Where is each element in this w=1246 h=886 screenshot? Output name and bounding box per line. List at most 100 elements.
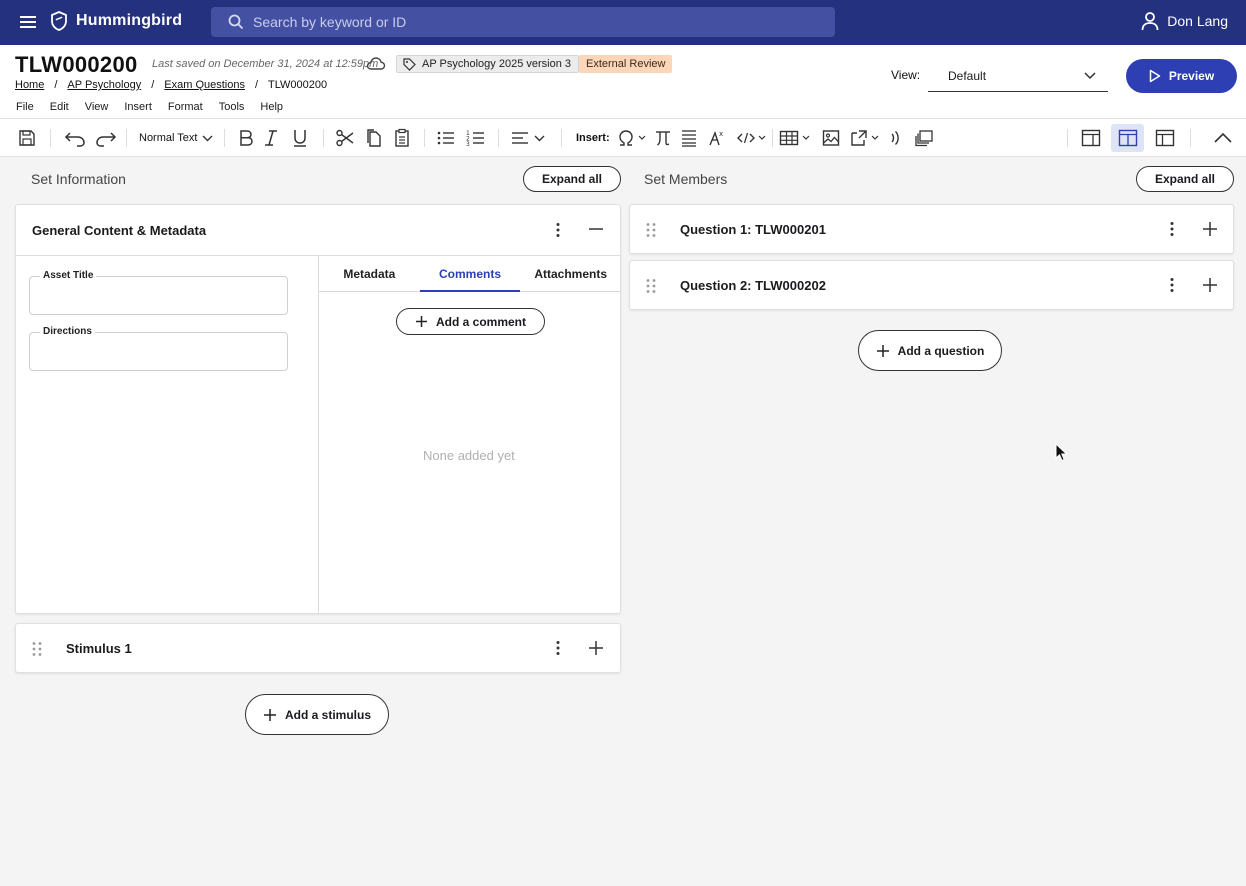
chevron-down-icon (202, 135, 213, 142)
asset-title-input[interactable] (42, 289, 272, 303)
toolbar-divider (772, 129, 773, 147)
directions-field[interactable]: Directions (29, 326, 288, 371)
add-question-button[interactable]: Add a question (858, 330, 1002, 371)
gallery-icon[interactable] (914, 128, 934, 148)
global-search[interactable] (211, 7, 835, 37)
expand-plus-icon[interactable] (1201, 220, 1219, 238)
plus-icon (415, 315, 428, 328)
media-dropdown[interactable] (850, 128, 879, 148)
last-saved-text: Last saved on December 31, 2024 at 12:59… (152, 58, 379, 70)
toolbar-divider (1190, 129, 1191, 147)
add-comment-label: Add a comment (435, 314, 526, 329)
menu-file[interactable]: File (16, 101, 34, 113)
stimulus-card[interactable]: Stimulus 1 (15, 623, 621, 673)
layout-left-icon[interactable] (1081, 128, 1101, 148)
breadcrumb-home[interactable]: Home (15, 79, 44, 91)
drag-handle-icon[interactable] (31, 641, 43, 657)
tab-metadata[interactable]: Metadata (319, 256, 420, 291)
expand-all-label: Expand all (1154, 172, 1216, 186)
numbered-list-icon[interactable]: 123 (466, 128, 486, 148)
more-options-icon[interactable] (550, 222, 566, 238)
more-options-icon[interactable] (1164, 277, 1180, 293)
more-options-icon[interactable] (1164, 221, 1180, 237)
breadcrumb-separator: / (54, 79, 58, 91)
add-stimulus-button[interactable]: Add a stimulus (245, 694, 389, 735)
table-dropdown[interactable] (779, 128, 810, 148)
menu-insert[interactable]: Insert (124, 101, 152, 113)
math-icon[interactable]: x (708, 128, 726, 148)
card-title: General Content & Metadata (32, 223, 207, 238)
set-members-title: Set Members (644, 171, 728, 187)
undo-icon[interactable] (64, 128, 86, 148)
align-dropdown[interactable] (511, 128, 545, 148)
question-card[interactable]: Question 2: TLW000202 (629, 260, 1234, 310)
menu-view[interactable]: View (85, 101, 109, 113)
breadcrumb-exam-questions[interactable]: Exam Questions (164, 79, 245, 91)
paste-icon[interactable] (394, 128, 410, 148)
layout-split-icon[interactable] (1118, 128, 1138, 148)
expand-all-right-button[interactable]: Expand all (1136, 166, 1234, 192)
breadcrumb: Home / AP Psychology / Exam Questions / … (15, 79, 327, 91)
drag-handle-icon[interactable] (645, 222, 657, 238)
question-card[interactable]: Question 1: TLW000201 (629, 204, 1234, 254)
layout-right-icon[interactable] (1155, 128, 1175, 148)
media-icon (850, 128, 868, 148)
expand-all-left-button[interactable]: Expand all (523, 166, 621, 192)
special-character-dropdown[interactable] (617, 128, 646, 148)
expand-plus-icon[interactable] (587, 639, 605, 657)
chevron-down-icon (758, 135, 766, 141)
toolbar-divider (323, 129, 324, 147)
more-options-icon[interactable] (550, 640, 566, 656)
brand[interactable]: Hummingbird (50, 11, 182, 31)
tag-label: AP Psychology 2025 version 3 (422, 58, 571, 70)
preview-button[interactable]: Preview (1126, 59, 1237, 93)
asset-title-field[interactable]: Asset Title (29, 270, 288, 315)
code-dropdown[interactable] (737, 128, 766, 148)
asset-title-label: Asset Title (40, 270, 97, 281)
tab-attachments[interactable]: Attachments (520, 256, 621, 291)
lines-icon[interactable] (681, 128, 697, 148)
collapse-icon[interactable] (1213, 128, 1233, 148)
add-question-label: Add a question (897, 343, 985, 358)
tag-chip[interactable]: AP Psychology 2025 version 3 (396, 55, 579, 73)
set-information-title: Set Information (31, 171, 126, 187)
copy-icon[interactable] (366, 128, 382, 148)
directions-input[interactable] (42, 345, 272, 359)
tab-bar: Metadata Comments Attachments (319, 256, 621, 292)
italic-icon[interactable] (264, 128, 278, 148)
audio-icon[interactable] (889, 128, 901, 148)
breadcrumb-separator: / (254, 79, 259, 91)
toolbar-divider (224, 129, 225, 147)
bold-icon[interactable] (238, 128, 254, 148)
preview-label: Preview (1168, 69, 1215, 83)
column-divider (318, 256, 319, 613)
menu-edit[interactable]: Edit (50, 101, 69, 113)
cut-icon[interactable] (335, 128, 355, 148)
search-input[interactable] (253, 14, 813, 30)
toolbar-divider (561, 129, 562, 147)
collapse-minus-icon[interactable] (587, 220, 605, 238)
toolbar-divider (126, 129, 127, 147)
text-style-dropdown[interactable]: Normal Text (139, 128, 213, 148)
pi-icon[interactable] (654, 128, 672, 148)
menu-format[interactable]: Format (168, 101, 203, 113)
tab-comments[interactable]: Comments (419, 256, 521, 292)
user-name: Don Lang (1167, 13, 1228, 29)
image-icon[interactable] (822, 128, 840, 148)
drag-handle-icon[interactable] (645, 278, 657, 294)
add-comment-button[interactable]: Add a comment (396, 308, 545, 335)
hamburger-menu-icon[interactable] (18, 12, 38, 32)
save-icon[interactable] (17, 128, 37, 148)
bulleted-list-icon[interactable] (436, 128, 456, 148)
table-icon (779, 128, 799, 148)
menu-help[interactable]: Help (260, 101, 283, 113)
menu-tools[interactable]: Tools (219, 101, 245, 113)
view-select[interactable]: Default (928, 61, 1108, 92)
user-menu[interactable]: Don Lang (1141, 11, 1228, 31)
breadcrumb-ap-psychology[interactable]: AP Psychology (67, 79, 141, 91)
expand-plus-icon[interactable] (1201, 276, 1219, 294)
toolbar-divider (498, 129, 499, 147)
underline-icon[interactable] (292, 128, 308, 148)
expand-all-label: Expand all (541, 172, 603, 186)
redo-icon[interactable] (95, 128, 117, 148)
